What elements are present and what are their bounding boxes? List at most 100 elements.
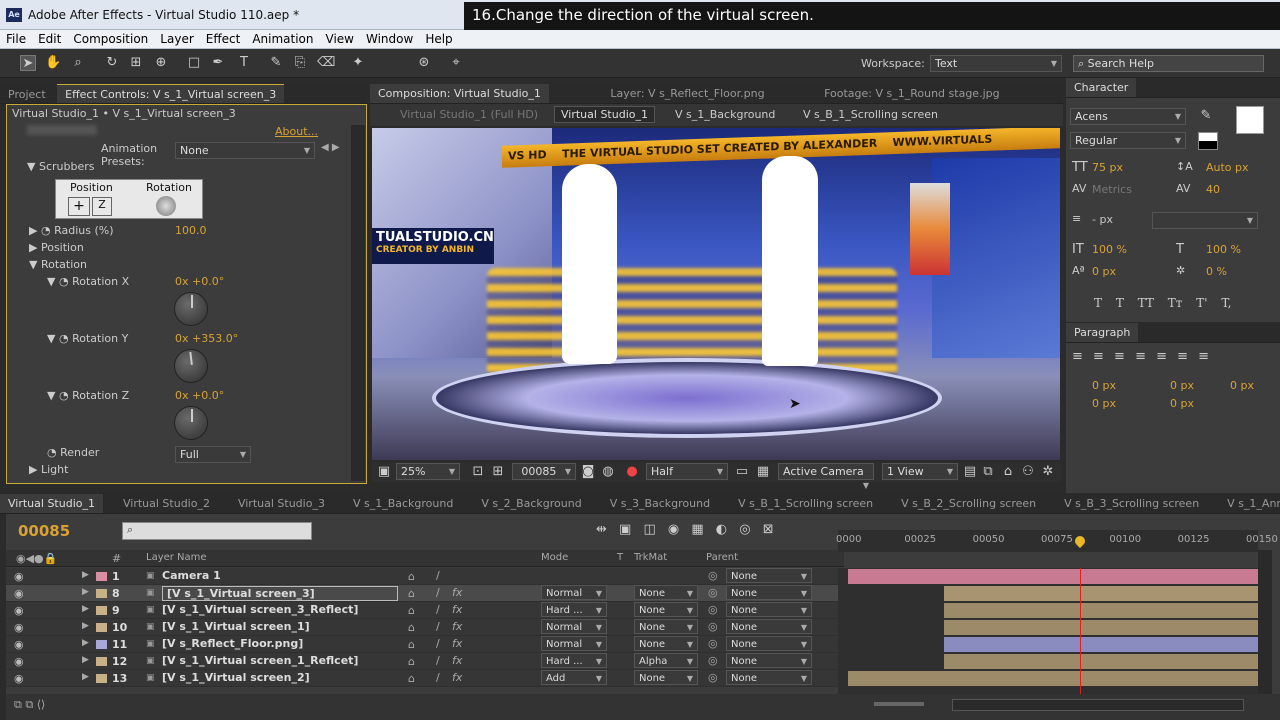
- composition-viewer[interactable]: VS HD THE VIRTUAL STUDIO SET CREATED BY …: [372, 128, 1060, 460]
- eye-icon[interactable]: ◉: [14, 587, 24, 600]
- expand-triangle-icon[interactable]: ▼: [47, 332, 59, 345]
- menu-edit[interactable]: Edit: [32, 30, 67, 46]
- tab-project[interactable]: Project: [0, 85, 54, 103]
- quality-switch-icon[interactable]: /: [436, 569, 440, 582]
- shy-switch-icon[interactable]: ⌂: [408, 587, 415, 600]
- quality-switch-icon[interactable]: /: [436, 586, 440, 599]
- position-crosshair-icon[interactable]: +: [68, 197, 90, 216]
- menu-animation[interactable]: Animation: [246, 30, 319, 46]
- toggle-pixel-icon[interactable]: ▤: [962, 464, 978, 480]
- parent-dropdown[interactable]: None: [726, 602, 812, 617]
- menu-help[interactable]: Help: [419, 30, 458, 46]
- menu-layer[interactable]: Layer: [154, 30, 199, 46]
- clone-stamp-icon[interactable]: ⎘: [292, 55, 308, 71]
- label-color-swatch[interactable]: [96, 623, 107, 632]
- layer-row[interactable]: ◉ ▶ 10 ▣ [V s_1_Virtual screen_1] ⌂ / fx Normal N…: [6, 619, 844, 636]
- label-color-swatch[interactable]: [96, 589, 107, 598]
- pickwhip-icon[interactable]: ◎: [708, 603, 718, 616]
- expand-triangle-icon[interactable]: ▶: [82, 672, 89, 682]
- trkmat-dropdown[interactable]: None: [634, 670, 698, 685]
- pickwhip-icon[interactable]: ◎: [708, 586, 718, 599]
- layer-row[interactable]: ◉ ▶ 11 ▣ [V s_Reflect_Floor.png] ⌂ / fx Normal No…: [6, 636, 844, 653]
- expand-triangle-icon[interactable]: ▼: [47, 275, 59, 288]
- stopwatch-icon[interactable]: ◔: [41, 224, 54, 237]
- label-color-swatch[interactable]: [96, 674, 107, 683]
- mode-dropdown[interactable]: Normal: [541, 636, 607, 651]
- mode-dropdown[interactable]: Hard ...: [541, 653, 607, 668]
- fast-preview-icon[interactable]: ⧉: [980, 464, 996, 480]
- breadcrumb-current[interactable]: Virtual Studio_1: [554, 106, 655, 123]
- zoom-slider[interactable]: [874, 702, 924, 706]
- space-before-value[interactable]: 0 px: [1092, 397, 1116, 410]
- layer-duration-bar[interactable]: [943, 603, 1258, 618]
- eye-icon[interactable]: ◉: [14, 604, 24, 617]
- eye-icon[interactable]: ◉: [14, 672, 24, 685]
- rotation-y-value[interactable]: 0x +353.0°: [175, 332, 255, 349]
- timeline-tab[interactable]: V s_1_Anne: [1219, 494, 1280, 513]
- current-time-field[interactable]: 00085: [512, 463, 576, 480]
- menu-composition[interactable]: Composition: [67, 30, 154, 46]
- search-help-input[interactable]: ⌕ Search Help: [1073, 55, 1264, 72]
- eye-icon[interactable]: ◉: [14, 621, 24, 634]
- tab-paragraph[interactable]: Paragraph: [1066, 323, 1139, 342]
- about-link[interactable]: About...: [275, 125, 335, 142]
- pen-tool-icon[interactable]: ✒: [210, 55, 226, 71]
- rotation-scrub-icon[interactable]: [156, 196, 176, 216]
- expand-triangle-icon[interactable]: ▼: [47, 389, 59, 402]
- pan-behind-icon[interactable]: ⊕: [153, 55, 169, 71]
- workspace-dropdown[interactable]: Text: [930, 55, 1062, 72]
- black-white-swatch-icon[interactable]: [1198, 132, 1218, 150]
- vertical-scale-value[interactable]: 100 %: [1092, 243, 1152, 256]
- eye-icon[interactable]: ◉: [14, 570, 24, 583]
- quality-switch-icon[interactable]: /: [436, 654, 440, 667]
- eye-icon[interactable]: ◉: [14, 655, 24, 668]
- type-tool-icon[interactable]: T: [236, 55, 252, 71]
- quality-switch-icon[interactable]: /: [436, 603, 440, 616]
- stroke-width-value[interactable]: - px: [1092, 213, 1152, 226]
- small-caps-button[interactable]: Tт: [1168, 296, 1183, 310]
- layer-duration-bar[interactable]: [943, 620, 1258, 635]
- layer-name[interactable]: Camera 1: [162, 569, 221, 582]
- radius-value[interactable]: 100.0: [175, 224, 235, 241]
- transparency-grid-icon[interactable]: ▦: [755, 464, 771, 480]
- mode-dropdown[interactable]: Normal: [541, 619, 607, 634]
- render-dropdown[interactable]: Full: [175, 446, 251, 463]
- leading-value[interactable]: Auto px: [1206, 161, 1276, 174]
- timeline-timecode[interactable]: 00085: [18, 522, 70, 540]
- timeline-tab[interactable]: V s_1_Background: [345, 494, 461, 513]
- trkmat-dropdown[interactable]: None: [634, 602, 698, 617]
- timeline-tab[interactable]: Virtual Studio_2: [115, 494, 218, 513]
- alignment-buttons[interactable]: ≡ ≡ ≡ ≡ ≡ ≡ ≡: [1072, 349, 1209, 364]
- kerning-value[interactable]: Metrics: [1092, 183, 1162, 196]
- parent-dropdown[interactable]: None: [726, 670, 812, 685]
- selection-tool-icon[interactable]: ➤: [20, 55, 36, 71]
- rotation-z-dial[interactable]: [174, 406, 208, 440]
- region-icon[interactable]: ▣: [376, 464, 392, 480]
- timeline-tab[interactable]: V s_B_2_Scrolling screen: [893, 494, 1044, 513]
- pickwhip-icon[interactable]: ◎: [708, 637, 718, 650]
- tab-layer[interactable]: Layer: V s_Reflect_Floor.png: [602, 84, 772, 103]
- collapse-triangle-icon[interactable]: ▶: [29, 241, 41, 254]
- shy-switch-icon[interactable]: ⌂: [408, 570, 415, 583]
- rotation-y-dial[interactable]: [172, 347, 210, 385]
- horizontal-scale-value[interactable]: 100 %: [1206, 243, 1266, 256]
- shy-switch-icon[interactable]: ⌂: [408, 655, 415, 668]
- parent-dropdown[interactable]: None: [726, 636, 812, 651]
- fx-switch-icon[interactable]: fx: [452, 603, 462, 616]
- shy-switch-icon[interactable]: ⌂: [408, 672, 415, 685]
- mode-dropdown[interactable]: Normal: [541, 585, 607, 600]
- presets-dropdown[interactable]: None: [175, 142, 315, 159]
- eye-icon[interactable]: ◉: [14, 638, 24, 651]
- baseline-shift-value[interactable]: 0 px: [1092, 265, 1152, 278]
- col-layer-name[interactable]: Layer Name: [146, 552, 207, 563]
- puppet-pin-icon[interactable]: ✦: [350, 55, 366, 71]
- font-family-dropdown[interactable]: Acens: [1070, 108, 1186, 125]
- layer-name[interactable]: [V s_1_Virtual screen_3]: [162, 586, 398, 601]
- layer-duration-bar[interactable]: [943, 637, 1258, 652]
- parent-dropdown[interactable]: None: [726, 568, 812, 583]
- timeline-vscroll[interactable]: [1258, 550, 1272, 694]
- layer-duration-bar[interactable]: [943, 586, 1258, 601]
- stroke-style-dropdown[interactable]: [1152, 212, 1258, 229]
- snapping-icon[interactable]: ⌖: [448, 55, 464, 71]
- pickwhip-icon[interactable]: ◎: [708, 569, 718, 582]
